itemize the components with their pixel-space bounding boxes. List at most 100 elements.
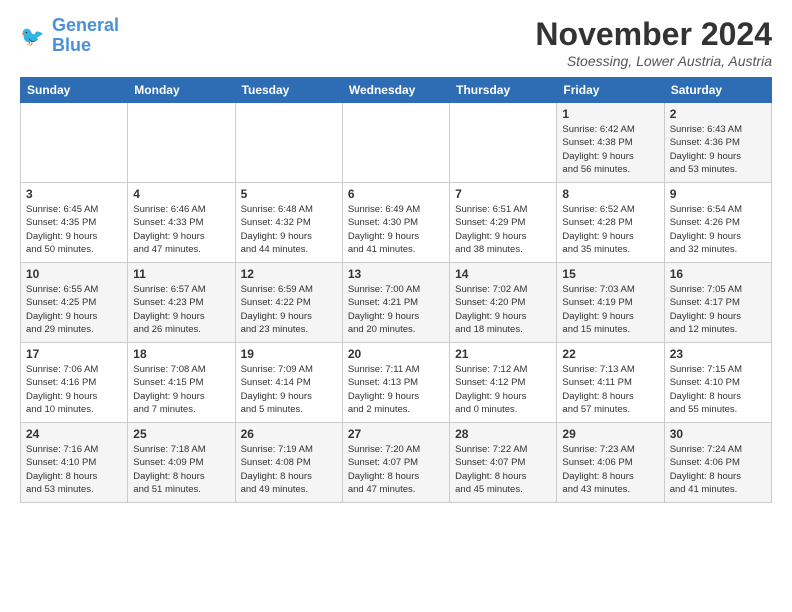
day-info: Sunrise: 7:00 AM Sunset: 4:21 PM Dayligh… <box>348 283 444 336</box>
calendar-cell: 28 Sunrise: 7:22 AM Sunset: 4:07 PM Dayli… <box>450 423 557 503</box>
calendar-cell: 13Sunrise: 7:00 AM Sunset: 4:21 PM Dayli… <box>342 263 449 343</box>
day-info: Sunrise: 7:15 AM Sunset: 4:10 PM Dayligh… <box>670 363 766 416</box>
title-area: November 2024 Stoessing, Lower Austria, … <box>535 16 772 69</box>
day-number: 16 <box>670 267 766 281</box>
calendar-cell: 23 Sunrise: 7:15 AM Sunset: 4:10 PM Dayli… <box>664 343 771 423</box>
day-info: Sunrise: 7:20 AM Sunset: 4:07 PM Dayligh… <box>348 443 444 496</box>
day-info: Sunrise: 7:03 AM Sunset: 4:19 PM Dayligh… <box>562 283 658 336</box>
day-info: Sunrise: 7:09 AM Sunset: 4:14 PM Dayligh… <box>241 363 337 416</box>
day-info: Sunrise: 7:12 AM Sunset: 4:12 PM Dayligh… <box>455 363 551 416</box>
day-info: Sunrise: 7:16 AM Sunset: 4:10 PM Dayligh… <box>26 443 122 496</box>
calendar-cell: 15 Sunrise: 7:03 AM Sunset: 4:19 PM Dayli… <box>557 263 664 343</box>
calendar-header-saturday: Saturday <box>664 78 771 103</box>
calendar-cell: 12 Sunrise: 6:59 AM Sunset: 4:22 PM Dayli… <box>235 263 342 343</box>
calendar-cell: 19 Sunrise: 7:09 AM Sunset: 4:14 PM Dayli… <box>235 343 342 423</box>
day-number: 12 <box>241 267 337 281</box>
calendar-cell: 20 Sunrise: 7:11 AM Sunset: 4:13 PM Dayli… <box>342 343 449 423</box>
day-info: Sunrise: 7:13 AM Sunset: 4:11 PM Dayligh… <box>562 363 658 416</box>
logo-line2: Blue <box>52 36 119 56</box>
day-info: Sunrise: 6:45 AM Sunset: 4:35 PM Dayligh… <box>26 203 122 256</box>
day-number: 29 <box>562 427 658 441</box>
calendar-cell: 8 Sunrise: 6:52 AM Sunset: 4:28 PM Daylig… <box>557 183 664 263</box>
day-info: Sunrise: 7:18 AM Sunset: 4:09 PM Dayligh… <box>133 443 229 496</box>
day-number: 25 <box>133 427 229 441</box>
calendar-cell <box>21 103 128 183</box>
day-number: 21 <box>455 347 551 361</box>
day-number: 20 <box>348 347 444 361</box>
calendar-cell: 10 Sunrise: 6:55 AM Sunset: 4:25 PM Dayli… <box>21 263 128 343</box>
logo: 🐦 General Blue <box>20 16 119 56</box>
calendar-cell <box>450 103 557 183</box>
calendar-header-friday: Friday <box>557 78 664 103</box>
calendar-cell <box>128 103 235 183</box>
day-number: 15 <box>562 267 658 281</box>
calendar-cell: 30Sunrise: 7:24 AM Sunset: 4:06 PM Dayli… <box>664 423 771 503</box>
day-number: 11 <box>133 267 229 281</box>
calendar-body: 1Sunrise: 6:42 AM Sunset: 4:38 PM Daylig… <box>21 103 772 503</box>
day-number: 17 <box>26 347 122 361</box>
calendar-cell: 26 Sunrise: 7:19 AM Sunset: 4:08 PM Dayli… <box>235 423 342 503</box>
day-info: Sunrise: 6:46 AM Sunset: 4:33 PM Dayligh… <box>133 203 229 256</box>
calendar-cell: 21 Sunrise: 7:12 AM Sunset: 4:12 PM Dayli… <box>450 343 557 423</box>
day-number: 28 <box>455 427 551 441</box>
header-area: 🐦 General Blue November 2024 Stoessing, … <box>20 16 772 69</box>
day-number: 9 <box>670 187 766 201</box>
day-number: 8 <box>562 187 658 201</box>
calendar-header-thursday: Thursday <box>450 78 557 103</box>
calendar-cell: 6Sunrise: 6:49 AM Sunset: 4:30 PM Daylig… <box>342 183 449 263</box>
day-number: 19 <box>241 347 337 361</box>
day-info: Sunrise: 7:11 AM Sunset: 4:13 PM Dayligh… <box>348 363 444 416</box>
calendar-week-1: 1Sunrise: 6:42 AM Sunset: 4:38 PM Daylig… <box>21 103 772 183</box>
day-number: 4 <box>133 187 229 201</box>
day-info: Sunrise: 7:23 AM Sunset: 4:06 PM Dayligh… <box>562 443 658 496</box>
calendar-cell: 2 Sunrise: 6:43 AM Sunset: 4:36 PM Daylig… <box>664 103 771 183</box>
day-number: 23 <box>670 347 766 361</box>
day-number: 18 <box>133 347 229 361</box>
day-info: Sunrise: 6:51 AM Sunset: 4:29 PM Dayligh… <box>455 203 551 256</box>
calendar-cell <box>342 103 449 183</box>
day-info: Sunrise: 6:42 AM Sunset: 4:38 PM Dayligh… <box>562 123 658 176</box>
logo-line1: General <box>52 15 119 35</box>
day-number: 2 <box>670 107 766 121</box>
day-info: Sunrise: 6:59 AM Sunset: 4:22 PM Dayligh… <box>241 283 337 336</box>
day-number: 26 <box>241 427 337 441</box>
day-info: Sunrise: 6:49 AM Sunset: 4:30 PM Dayligh… <box>348 203 444 256</box>
calendar-cell: 14Sunrise: 7:02 AM Sunset: 4:20 PM Dayli… <box>450 263 557 343</box>
day-number: 22 <box>562 347 658 361</box>
calendar-week-4: 17 Sunrise: 7:06 AM Sunset: 4:16 PM Dayli… <box>21 343 772 423</box>
calendar-cell: 5Sunrise: 6:48 AM Sunset: 4:32 PM Daylig… <box>235 183 342 263</box>
day-number: 3 <box>26 187 122 201</box>
day-info: Sunrise: 7:02 AM Sunset: 4:20 PM Dayligh… <box>455 283 551 336</box>
calendar-cell: 16 Sunrise: 7:05 AM Sunset: 4:17 PM Dayli… <box>664 263 771 343</box>
calendar-header-row: SundayMondayTuesdayWednesdayThursdayFrid… <box>21 78 772 103</box>
calendar-week-3: 10 Sunrise: 6:55 AM Sunset: 4:25 PM Dayli… <box>21 263 772 343</box>
calendar-cell: 7Sunrise: 6:51 AM Sunset: 4:29 PM Daylig… <box>450 183 557 263</box>
day-info: Sunrise: 6:52 AM Sunset: 4:28 PM Dayligh… <box>562 203 658 256</box>
svg-text:🐦: 🐦 <box>20 26 44 48</box>
day-info: Sunrise: 7:06 AM Sunset: 4:16 PM Dayligh… <box>26 363 122 416</box>
logo-icon: 🐦 <box>20 22 48 50</box>
location: Stoessing, Lower Austria, Austria <box>535 53 772 69</box>
day-info: Sunrise: 6:55 AM Sunset: 4:25 PM Dayligh… <box>26 283 122 336</box>
calendar-cell: 4 Sunrise: 6:46 AM Sunset: 4:33 PM Daylig… <box>128 183 235 263</box>
calendar-header-tuesday: Tuesday <box>235 78 342 103</box>
calendar-cell: 24 Sunrise: 7:16 AM Sunset: 4:10 PM Dayli… <box>21 423 128 503</box>
calendar-cell: 29 Sunrise: 7:23 AM Sunset: 4:06 PM Dayli… <box>557 423 664 503</box>
calendar-cell <box>235 103 342 183</box>
calendar-cell: 25 Sunrise: 7:18 AM Sunset: 4:09 PM Dayli… <box>128 423 235 503</box>
calendar-cell: 27 Sunrise: 7:20 AM Sunset: 4:07 PM Dayli… <box>342 423 449 503</box>
month-title: November 2024 <box>535 16 772 53</box>
day-number: 24 <box>26 427 122 441</box>
day-info: Sunrise: 7:19 AM Sunset: 4:08 PM Dayligh… <box>241 443 337 496</box>
calendar-cell: 22 Sunrise: 7:13 AM Sunset: 4:11 PM Dayli… <box>557 343 664 423</box>
calendar-header-wednesday: Wednesday <box>342 78 449 103</box>
day-info: Sunrise: 6:48 AM Sunset: 4:32 PM Dayligh… <box>241 203 337 256</box>
day-info: Sunrise: 6:43 AM Sunset: 4:36 PM Dayligh… <box>670 123 766 176</box>
day-info: Sunrise: 6:57 AM Sunset: 4:23 PM Dayligh… <box>133 283 229 336</box>
day-info: Sunrise: 7:22 AM Sunset: 4:07 PM Dayligh… <box>455 443 551 496</box>
day-info: Sunrise: 7:05 AM Sunset: 4:17 PM Dayligh… <box>670 283 766 336</box>
page: 🐦 General Blue November 2024 Stoessing, … <box>0 0 792 513</box>
day-number: 10 <box>26 267 122 281</box>
day-info: Sunrise: 7:08 AM Sunset: 4:15 PM Dayligh… <box>133 363 229 416</box>
day-number: 27 <box>348 427 444 441</box>
